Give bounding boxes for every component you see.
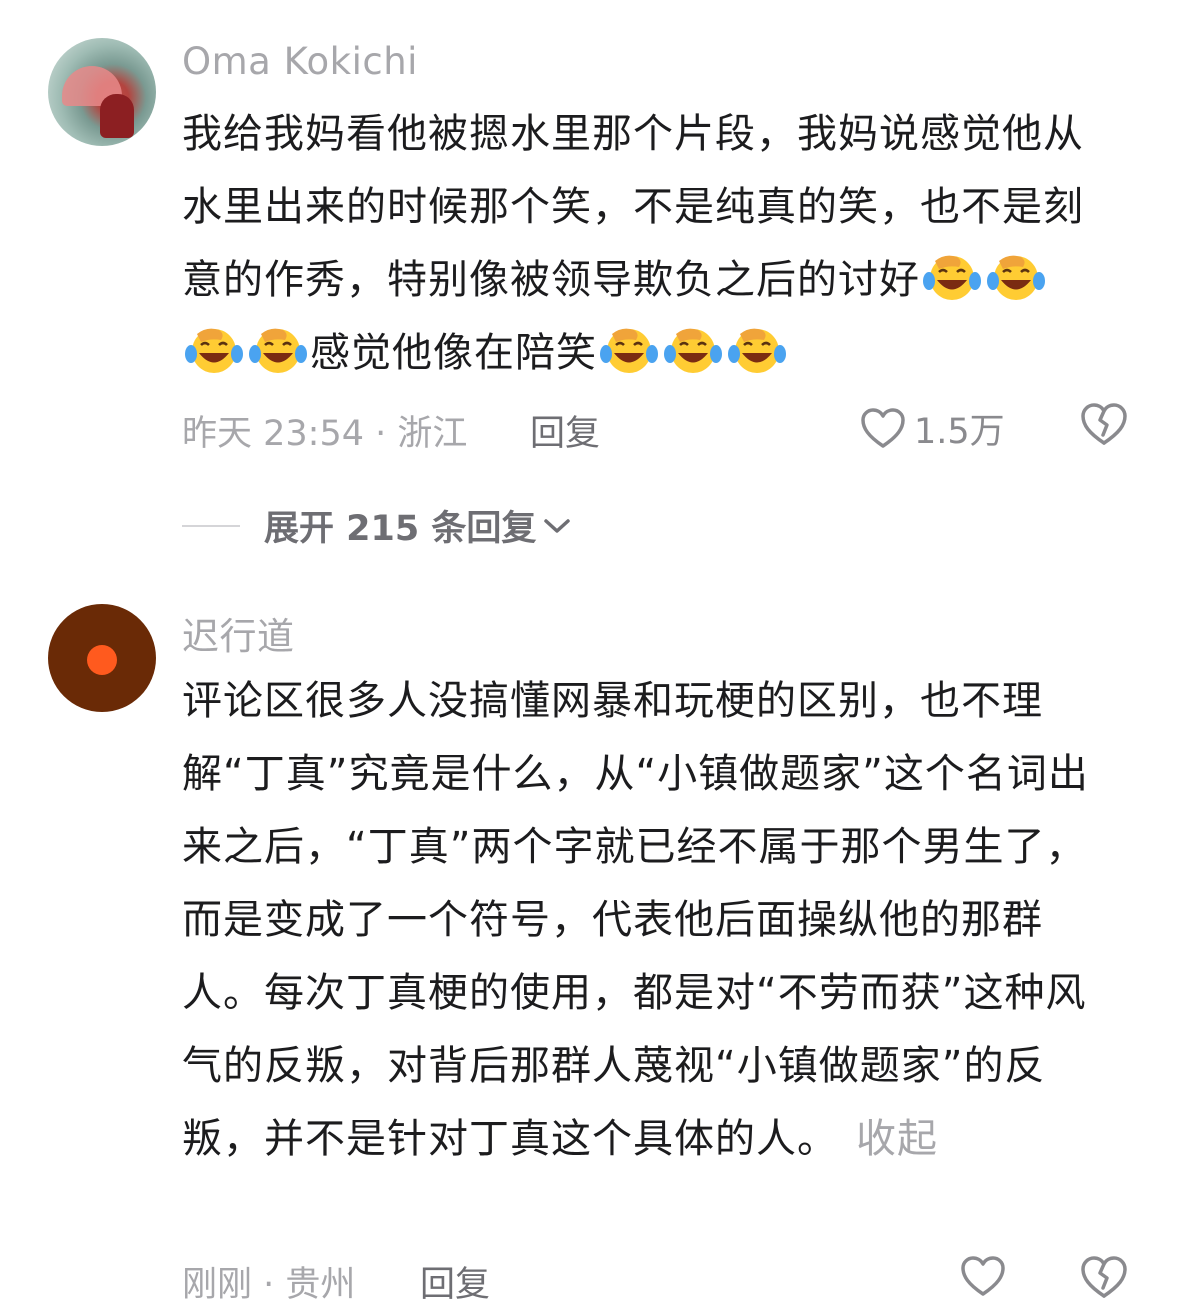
comment-text-part: 评论区很多人没搞懂网暴和玩梗的区别，也不理解“丁真”究竟是什么，从“小镇做题家”… [182,678,1089,1162]
dislike-button[interactable] [1080,1256,1128,1304]
broken-heart-icon [1081,1256,1127,1298]
username[interactable]: 迟行道 [182,606,295,660]
comment-text: 评论区很多人没搞懂网暴和玩梗的区别，也不理解“丁真”究竟是什么，从“小镇做题家”… [182,665,1102,1176]
avatar-figure-shape [100,94,134,138]
heart-outline-icon [861,407,905,448]
tears-of-joy-emoji [249,328,307,373]
comment-meta: 刚刚 · 贵州 [182,1265,356,1305]
divider [182,524,240,527]
broken-heart-icon [1081,403,1127,445]
comment-text: 我给我妈看他被摁水里那个片段，我妈说感觉他从水里出来的时候那个笑，不是纯真的笑，… [182,98,1102,390]
tears-of-joy-emoji [923,255,981,300]
username[interactable]: Oma Kokichi [182,40,418,83]
comment-meta: 昨天 23:54 · 浙江 [182,414,468,454]
avatar[interactable] [48,38,156,146]
like-button[interactable] [960,1256,1006,1298]
emoji-group [597,328,789,376]
tears-of-joy-emoji [185,328,243,373]
comment-text-part: 感觉他像在陪笑 [310,330,597,376]
reply-button[interactable]: 回复 [530,405,600,456]
tears-of-joy-emoji [987,255,1045,300]
expand-replies-button[interactable]: 展开 215 条回复 [182,500,572,551]
expand-replies-label: 展开 215 条回复 [264,509,537,549]
tears-of-joy-emoji [664,328,722,373]
chevron-down-icon [544,518,571,533]
tears-of-joy-emoji [600,328,658,373]
like-count: 1.5万 [914,412,1005,452]
tears-of-joy-emoji [728,328,786,373]
dislike-button[interactable] [1080,403,1128,451]
avatar-sun-shape [87,645,117,675]
like-button[interactable]: 1.5万 [860,403,1005,454]
collapse-button[interactable]: 收起 [856,1116,938,1162]
reply-button[interactable]: 回复 [420,1256,490,1307]
heart-outline-icon [961,1256,1005,1296]
avatar[interactable] [48,604,156,712]
